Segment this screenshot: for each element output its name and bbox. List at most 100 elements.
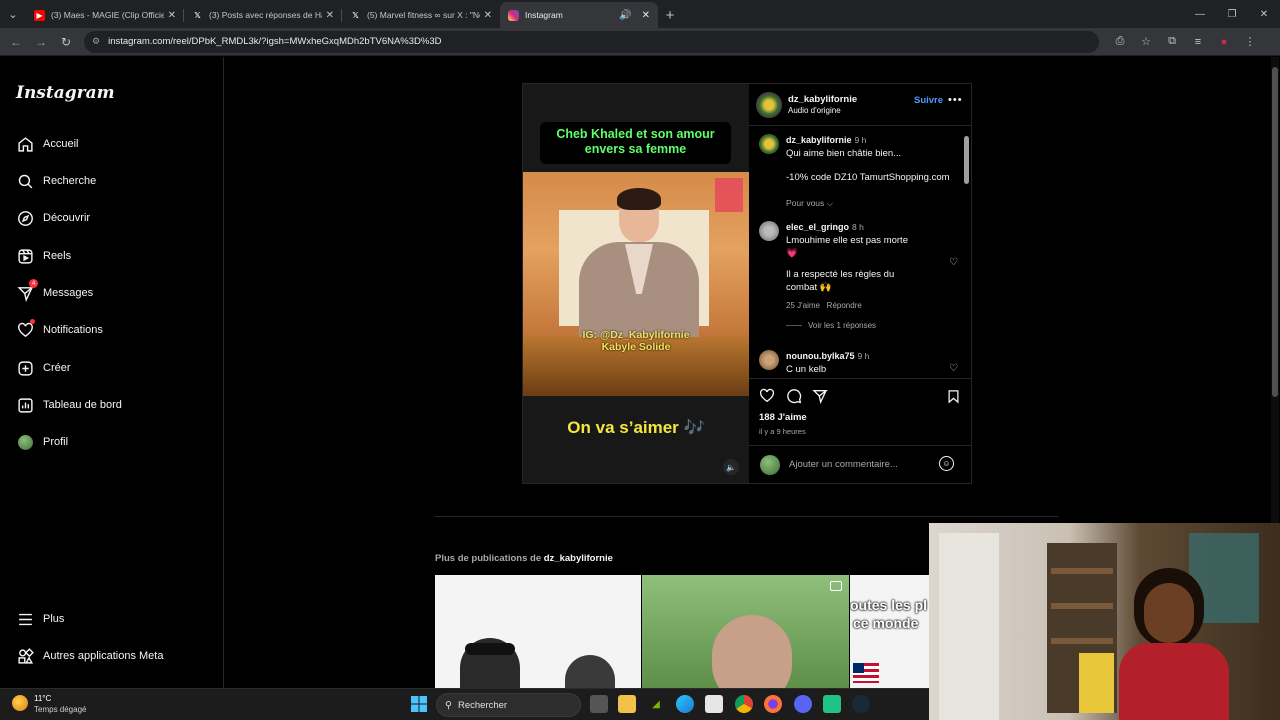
site-info-icon[interactable]: ⚙ [92, 36, 100, 47]
instagram-logo[interactable]: Instagram [16, 83, 115, 103]
tab-search-button[interactable]: ⌄ [0, 0, 26, 28]
save-bookmark-icon[interactable] [944, 387, 962, 405]
nav-home[interactable]: Accueil [16, 132, 78, 156]
post-header: dz_kabylifornie Audio d'origine Suivre •… [749, 84, 971, 126]
comment-item: nounou.bylka75 9 h C un kelb ♡ [759, 350, 959, 376]
nav-messages[interactable]: 4 Messages [16, 279, 94, 305]
back-icon[interactable]: ← [4, 30, 28, 54]
install-app-icon[interactable]: ⎙ [1107, 30, 1133, 54]
post-thumbnail[interactable] [642, 575, 849, 688]
tab-instagram[interactable]: Instagram 🔊 ✕ [500, 2, 658, 28]
more-posts-user[interactable]: dz_kabylifornie [544, 553, 613, 564]
close-tab-icon[interactable]: ✕ [326, 10, 334, 21]
video-frame: IG: @Dz_Kabylifornie Kabyle Solide [523, 172, 749, 396]
close-tab-icon[interactable]: ✕ [168, 10, 176, 21]
comment-text: 💗 [786, 248, 798, 259]
post-thumbnail[interactable]: outes les pl ce monde [850, 575, 929, 688]
taskbar-search[interactable]: ⚲ Rechercher [436, 693, 581, 717]
tab-strip: ⌄ ▶ (3) Maes - MAGIE (Clip Officiel) ✕ 𝕏… [0, 0, 1280, 28]
reply-button[interactable]: Répondre [827, 301, 862, 310]
nav-label: Notifications [43, 324, 103, 336]
forward-icon[interactable]: → [29, 30, 53, 54]
nav-notifications[interactable]: Notifications [16, 318, 103, 342]
reel-icon [830, 581, 842, 591]
steam-icon[interactable] [852, 695, 870, 713]
author-username[interactable]: dz_kabylifornie [788, 94, 857, 105]
extensions-icon[interactable]: ⧉ [1159, 30, 1185, 54]
likes-count[interactable]: 188 J'aime [759, 412, 807, 423]
nvidia-icon[interactable]: ◢ [647, 695, 665, 713]
post-thumbnail[interactable] [435, 575, 641, 688]
add-comment-input[interactable]: Ajouter un commentaire... [789, 459, 898, 470]
video-subtitle: On va s’aimer 🎶 [567, 418, 705, 437]
chrome-icon[interactable] [735, 695, 753, 713]
follow-button[interactable]: Suivre [914, 95, 943, 106]
nav-explore[interactable]: Découvrir [16, 206, 90, 230]
firefox-icon[interactable] [764, 695, 782, 713]
windows-start-icon[interactable] [410, 695, 428, 713]
file-explorer-icon[interactable] [618, 695, 636, 713]
nav-profile[interactable]: Profil [16, 430, 68, 454]
discord-icon[interactable] [794, 695, 812, 713]
comment-text: combat 🙌 [786, 282, 832, 293]
bookmark-star-icon[interactable]: ☆ [1133, 30, 1159, 54]
tab-youtube[interactable]: ▶ (3) Maes - MAGIE (Clip Officiel) ✕ [26, 2, 184, 28]
more-options-icon[interactable]: ••• [948, 94, 963, 106]
comments-scroll-thumb[interactable] [964, 136, 969, 184]
nav-search[interactable]: Recherche [16, 169, 96, 193]
comment-like-icon[interactable]: ♡ [949, 256, 958, 269]
comment-username[interactable]: elec_el_gringo [786, 222, 849, 232]
comment-username[interactable]: dz_kabylifornie [786, 135, 852, 145]
for-you-link[interactable]: Pour vous ⌵ [786, 197, 959, 210]
nav-label: Recherche [43, 175, 97, 187]
address-bar[interactable]: ⚙ instagram.com/reel/DPbK_RMDL3k/?igsh=M… [84, 30, 1099, 53]
view-replies-button[interactable]: Voir les 1 réponses [808, 321, 876, 330]
minimize-icon[interactable]: — [1184, 0, 1216, 28]
restore-icon[interactable]: ❐ [1216, 0, 1248, 28]
instagram-sidebar: Instagram Accueil Recherche Découvrir Re… [0, 57, 224, 688]
app-icon[interactable] [823, 695, 841, 713]
menu-dots-icon[interactable]: ⋮ [1237, 30, 1263, 54]
comment-likes[interactable]: 25 J'aime [786, 301, 820, 310]
comment-icon[interactable] [785, 387, 803, 405]
nav-label: Découvrir [43, 212, 91, 224]
comment-time: 9 h [857, 351, 870, 361]
nav-dashboard[interactable]: Tableau de bord [16, 393, 122, 417]
tab-x-marvel[interactable]: 𝕏 (5) Marvel fitness ∞ sur X : "Ne ✕ [342, 2, 500, 28]
profile-icon[interactable]: ● [1211, 30, 1237, 54]
comment-text: C un kelb [786, 364, 827, 375]
weather-widget[interactable]: 11°C Temps dégagé [12, 693, 86, 715]
like-icon[interactable] [758, 387, 776, 405]
reload-icon[interactable]: ↻ [54, 30, 78, 54]
volume-icon[interactable]: 🔈 [723, 459, 739, 475]
nav-meta-apps[interactable]: Autres applications Meta [16, 644, 163, 668]
comment-like-icon[interactable]: ♡ [949, 362, 958, 375]
share-icon[interactable] [811, 387, 829, 405]
nav-label: Reels [43, 250, 72, 262]
tab-x-posts[interactable]: 𝕏 (3) Posts avec réponses de Has ✕ [184, 2, 342, 28]
close-tab-icon[interactable]: ✕ [642, 10, 650, 21]
store-icon[interactable] [705, 695, 723, 713]
edge-icon[interactable] [676, 695, 694, 713]
reel-video[interactable]: Cheb Khaled et son amour envers sa femme… [523, 84, 749, 483]
media-controls-icon[interactable]: ≡ [1185, 30, 1211, 54]
comment-username[interactable]: nounou.bylka75 [786, 351, 855, 361]
speaker-icon[interactable]: 🔊 [619, 10, 631, 21]
emoji-icon[interactable]: ☺ [939, 456, 954, 471]
nav-more[interactable]: Plus [16, 607, 64, 631]
nav-create[interactable]: Créer [16, 356, 71, 380]
audio-link[interactable]: Audio d'origine [788, 105, 857, 116]
task-view-icon[interactable] [590, 695, 608, 713]
comment-avatar[interactable] [759, 221, 779, 241]
comment-avatar[interactable] [759, 134, 779, 154]
tab-title: Instagram [525, 10, 563, 20]
comment-avatar[interactable] [759, 350, 779, 370]
new-tab-button[interactable]: + [658, 2, 682, 28]
nav-label: Messages [43, 287, 94, 299]
close-tab-icon[interactable]: ✕ [484, 10, 492, 21]
close-window-icon[interactable]: ✕ [1248, 0, 1280, 28]
author-avatar[interactable] [756, 91, 782, 118]
comments-list: dz_kabylifornie 9 h Qui aime bien châtie … [749, 126, 971, 378]
page-scrollbar[interactable] [1271, 57, 1279, 523]
nav-reels[interactable]: Reels [16, 244, 71, 268]
